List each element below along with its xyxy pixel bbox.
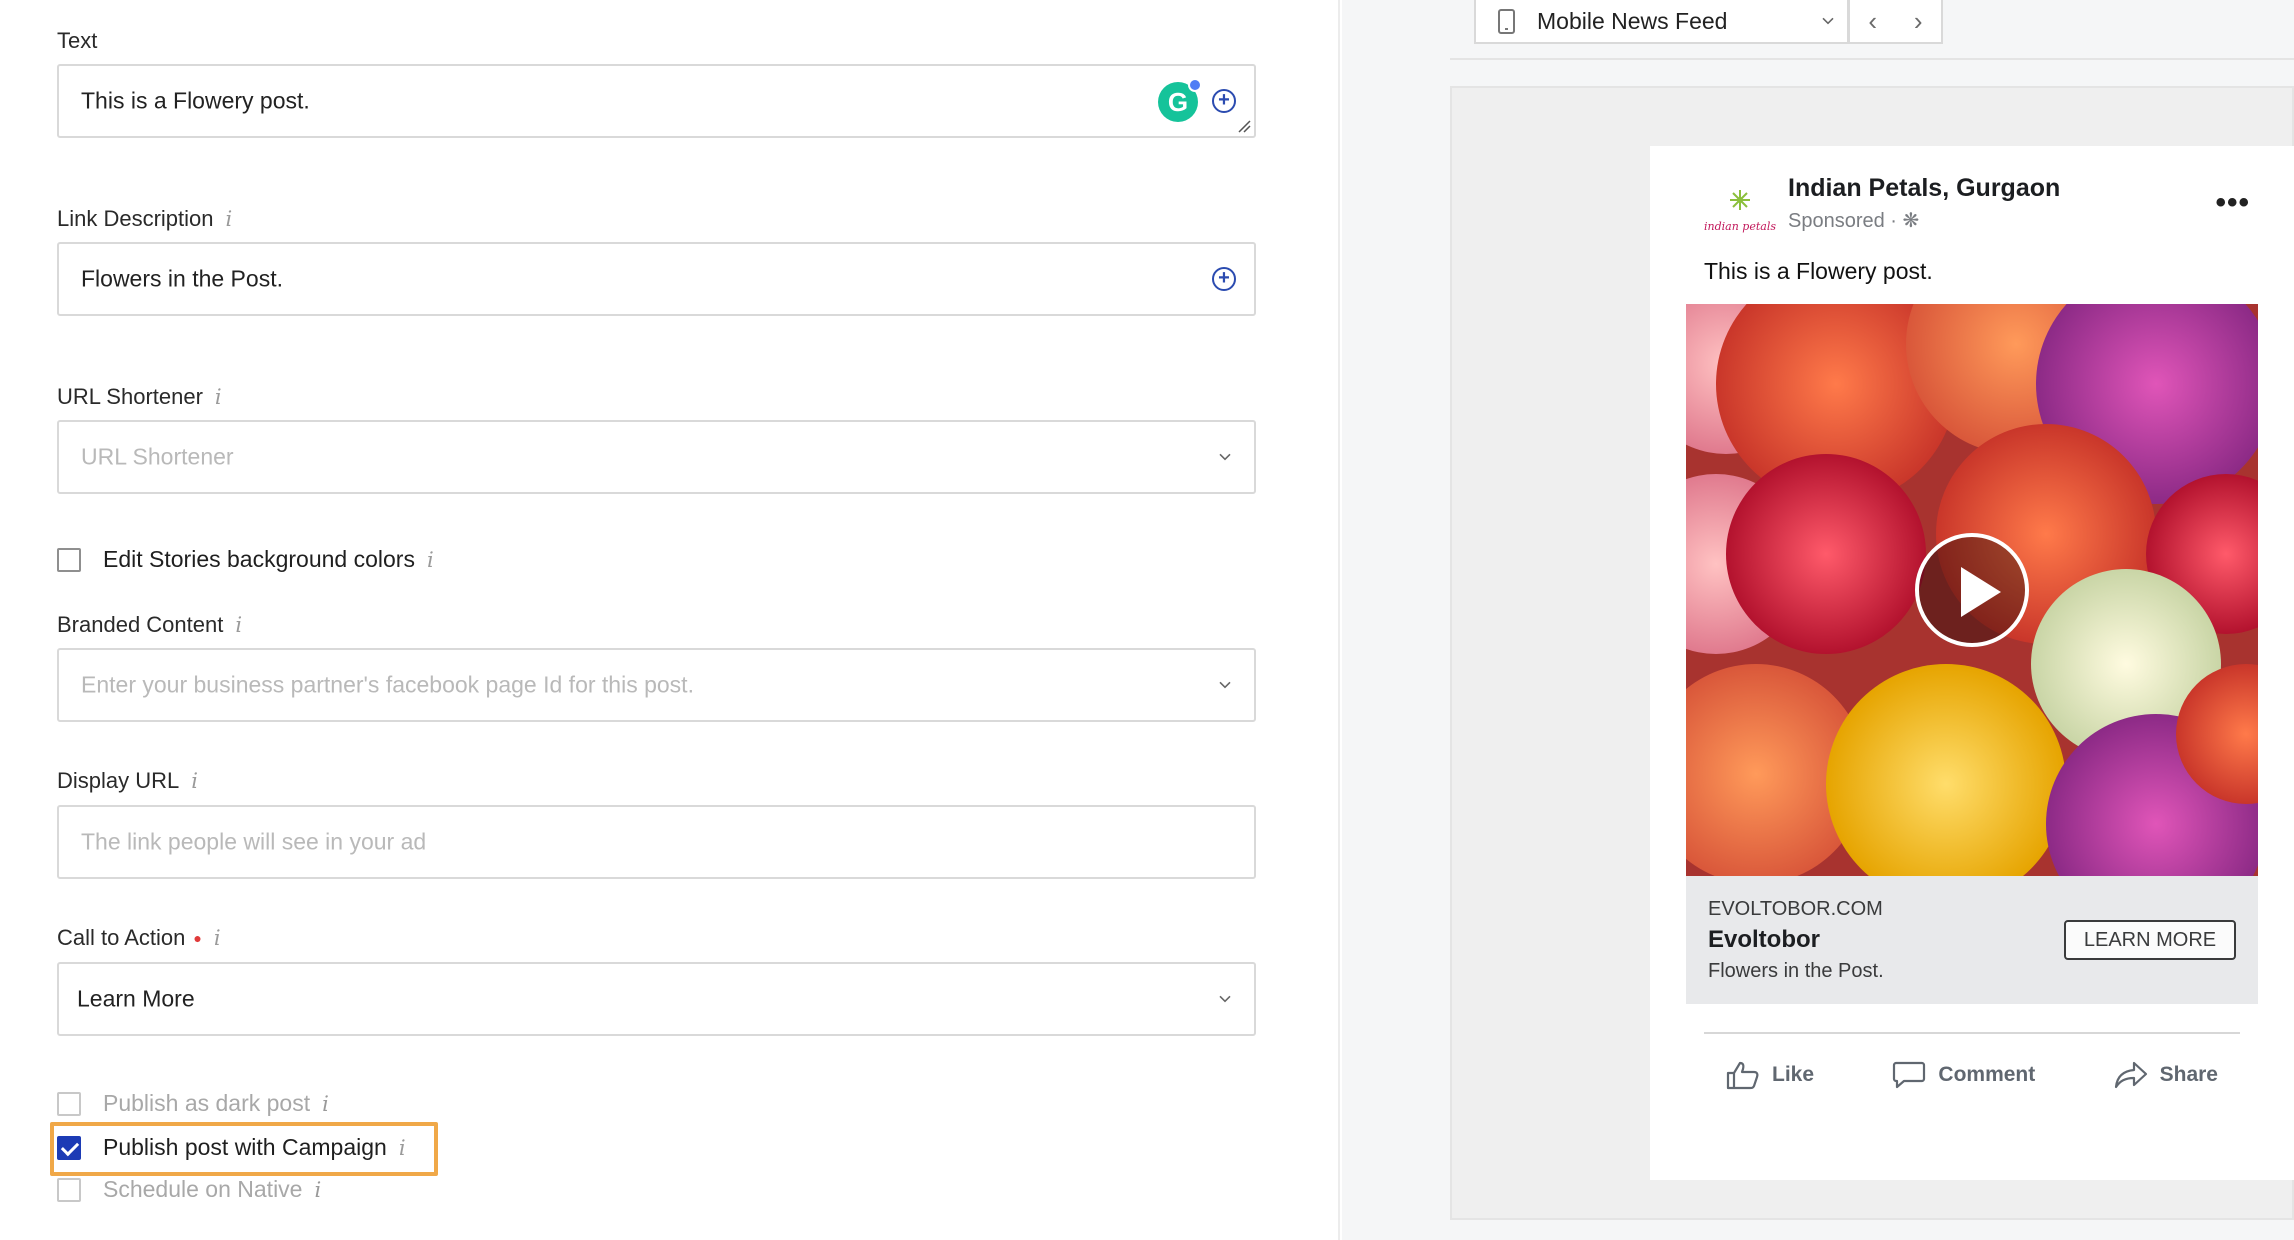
display-url-placeholder: The link people will see in your ad (81, 828, 427, 855)
chevron-down-icon (1822, 17, 1834, 25)
display-url-input[interactable]: The link people will see in your ad (57, 805, 1256, 879)
add-variable-icon[interactable]: + (1212, 89, 1236, 113)
add-variable-icon[interactable]: + (1212, 267, 1236, 291)
resize-handle-icon[interactable] (1237, 119, 1251, 133)
share-button[interactable]: Share (2114, 1060, 2218, 1090)
mobile-phone-icon (1498, 8, 1515, 34)
branded-content-select[interactable]: Enter your business partner's facebook p… (57, 648, 1256, 722)
edit-stories-row[interactable]: Edit Stories background colors i (57, 546, 434, 573)
info-icon[interactable]: i (235, 613, 242, 637)
comment-label: Comment (1938, 1063, 2036, 1086)
edit-stories-checkbox[interactable] (57, 547, 81, 572)
more-options-icon[interactable]: ••• (2215, 186, 2250, 220)
chevron-down-icon (1219, 453, 1231, 461)
post-form: Text This is a Flowery post. G + Link De… (0, 0, 1340, 1240)
info-icon[interactable]: i (322, 1092, 329, 1116)
link-description: Flowers in the Post. (1708, 960, 1884, 982)
publish-dark-row[interactable]: Publish as dark post i (57, 1090, 329, 1117)
info-icon[interactable]: i (314, 1178, 321, 1202)
link-preview-bar[interactable]: EVOLTOBOR.COM Evoltobor Flowers in the P… (1686, 876, 2258, 1004)
link-domain: EVOLTOBOR.COM (1708, 898, 1883, 920)
thumbs-up-icon (1726, 1061, 1759, 1090)
logo-text: indian petals (1704, 220, 1776, 233)
publish-campaign-row[interactable]: Publish post with Campaign i (57, 1134, 406, 1161)
share-label: Share (2159, 1063, 2218, 1086)
link-description-input[interactable]: Flowers in the Post. + (57, 242, 1256, 316)
placement-select[interactable]: Mobile News Feed (1474, 0, 1849, 44)
publish-dark-label: Publish as dark post (103, 1090, 311, 1116)
call-to-action-select[interactable]: Learn More (57, 962, 1256, 1036)
link-description-label: Link Description i (57, 206, 233, 231)
like-label: Like (1772, 1063, 1815, 1086)
url-shortener-select[interactable]: URL Shortener (57, 420, 1256, 494)
schedule-native-row[interactable]: Schedule on Native i (57, 1176, 321, 1203)
placement-value: Mobile News Feed (1537, 7, 1728, 34)
display-url-label: Display URL i (57, 768, 198, 793)
post-text: This is a Flowery post. (1704, 258, 1933, 284)
edit-stories-label: Edit Stories background colors (103, 546, 415, 572)
placement-nav: ‹ › (1848, 0, 1943, 44)
text-value[interactable]: This is a Flowery post. (81, 88, 310, 115)
publish-dark-checkbox[interactable] (57, 1091, 81, 1116)
grammarly-icon[interactable]: G (1158, 78, 1202, 122)
publish-campaign-checkbox[interactable] (57, 1135, 81, 1160)
comment-button[interactable]: Comment (1892, 1060, 2035, 1090)
info-icon[interactable]: i (191, 769, 198, 793)
call-to-action-label: Call to Action ● i (57, 925, 221, 950)
facebook-ad-card: indian petals Indian Petals, Gurgaon Spo… (1650, 146, 2294, 1180)
info-icon[interactable]: i (214, 926, 221, 950)
page-name[interactable]: Indian Petals, Gurgaon (1788, 174, 2060, 203)
comment-icon (1893, 1061, 1926, 1089)
link-title: Evoltobor (1708, 926, 1820, 953)
publish-campaign-label: Publish post with Campaign (103, 1134, 387, 1160)
info-icon[interactable]: i (427, 548, 434, 572)
call-to-action-value: Learn More (77, 985, 195, 1012)
chevron-down-icon (1219, 681, 1231, 689)
info-icon[interactable]: i (226, 207, 233, 231)
schedule-native-label: Schedule on Native (103, 1176, 303, 1202)
text-label: Text (57, 28, 98, 53)
branded-content-placeholder: Enter your business partner's facebook p… (81, 671, 694, 698)
text-textarea[interactable]: This is a Flowery post. G + (57, 64, 1256, 138)
share-icon (2114, 1061, 2147, 1089)
chevron-down-icon (1219, 995, 1231, 1003)
divider (1704, 1032, 2240, 1034)
schedule-native-checkbox[interactable] (57, 1177, 81, 1202)
learn-more-button[interactable]: LEARN MORE (2064, 920, 2236, 960)
required-indicator: ● (193, 930, 202, 946)
link-description-value[interactable]: Flowers in the Post. (81, 266, 283, 293)
video-thumbnail[interactable] (1686, 304, 2258, 876)
url-shortener-label: URL Shortener i (57, 384, 222, 409)
url-shortener-placeholder: URL Shortener (81, 443, 234, 470)
sponsored-label: Sponsored · ❋ (1788, 210, 1920, 232)
info-icon[interactable]: i (215, 385, 222, 409)
info-icon[interactable]: i (399, 1136, 406, 1160)
branded-content-label: Branded Content i (57, 612, 243, 637)
play-icon[interactable] (1915, 533, 2029, 647)
chevron-left-icon[interactable]: ‹ (1850, 0, 1896, 42)
preview-toolbar: Mobile News Feed ‹ › (1450, 0, 2294, 60)
chevron-right-icon[interactable]: › (1896, 0, 1942, 42)
post-actions: Like Comment Share (1704, 1050, 2240, 1100)
like-button[interactable]: Like (1726, 1060, 1814, 1090)
page-logo: indian petals (1704, 190, 1776, 233)
